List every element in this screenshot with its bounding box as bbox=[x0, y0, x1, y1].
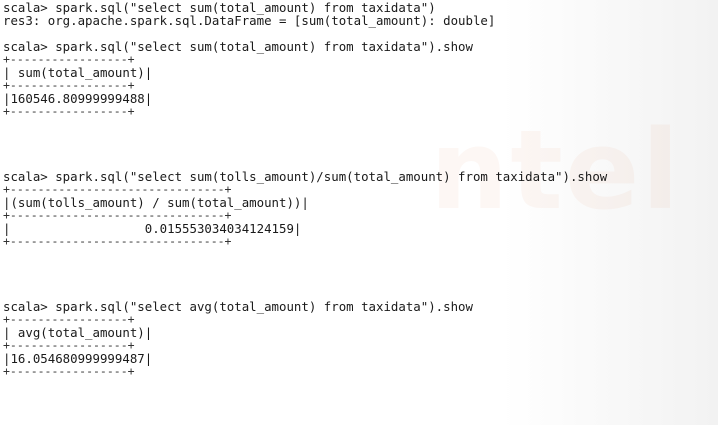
terminal-window[interactable]: ntel scala> spark.sql("select sum(total_… bbox=[0, 0, 718, 425]
result-line: res3: org.apache.spark.sql.DataFrame = [… bbox=[3, 13, 496, 28]
terminal-output: scala> spark.sql("select sum(total_amoun… bbox=[3, 1, 715, 378]
table-border: +-------------------------------+ bbox=[3, 234, 232, 248]
table-border: +-----------------+ bbox=[3, 104, 135, 118]
table-border: +-----------------+ bbox=[3, 364, 135, 378]
